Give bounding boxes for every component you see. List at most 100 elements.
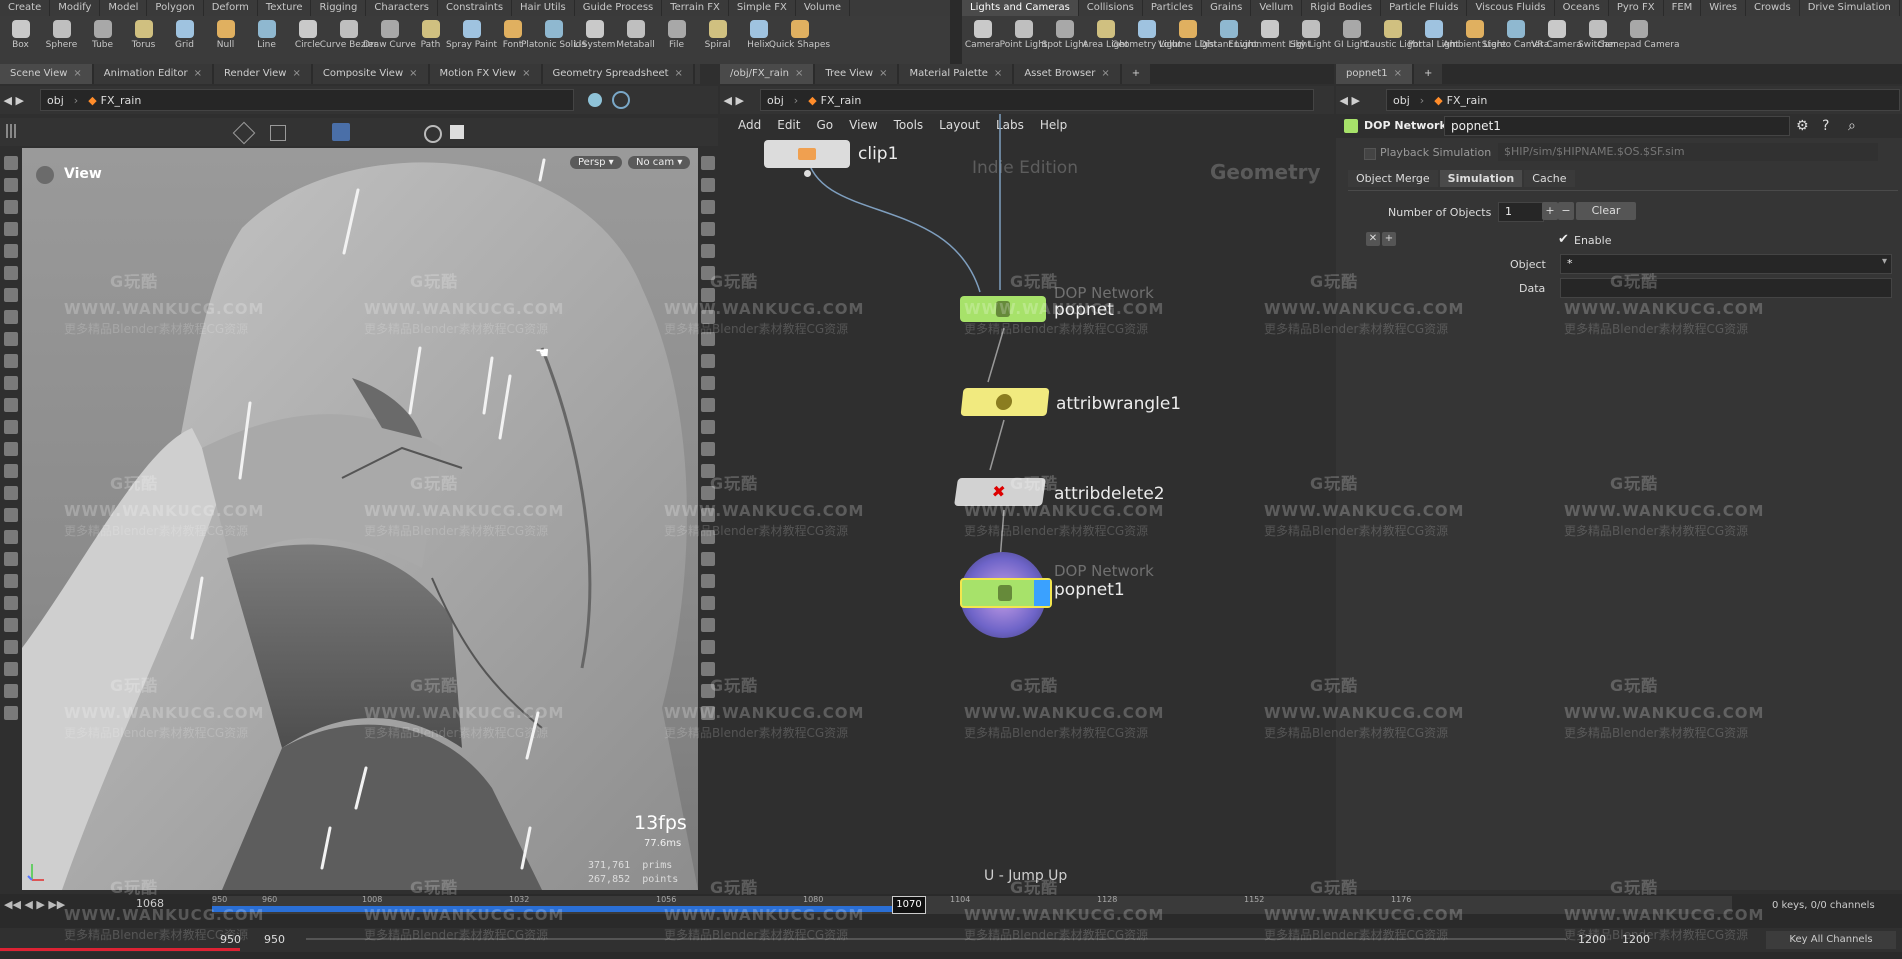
close-icon[interactable]: × [409,68,417,79]
tool-icon[interactable] [4,398,18,412]
tool-icon[interactable] [4,332,18,346]
shelf-tab[interactable]: Particle Fluids [1381,0,1468,16]
nav-arrows[interactable]: ◀ ▶ [0,94,40,107]
perspective-menu[interactable]: Persp ▾ [570,156,622,169]
close-icon[interactable]: × [795,68,803,79]
shelf-tab[interactable]: Rigid Bodies [1302,0,1382,16]
shelf-tool[interactable]: Platonic Solids [521,16,586,64]
tool-icon[interactable] [4,464,18,478]
node-clip1[interactable] [764,140,850,168]
add-tab-button[interactable]: + [694,64,700,84]
shelf-tab[interactable]: Create [0,0,51,16]
param-tab[interactable]: Object Merge [1348,170,1438,187]
tool-icon[interactable] [4,156,18,170]
shelf-tool[interactable]: Caustic Light [1363,16,1422,64]
tool-icon[interactable] [701,178,715,192]
close-icon[interactable]: × [1101,68,1109,79]
shelf-tab[interactable]: Volume [796,0,851,16]
shelf-tab[interactable]: Oceans [1555,0,1609,16]
shelf-tab[interactable]: Lights and Cameras [962,0,1079,16]
enable-checkbox[interactable]: ✔ [1558,232,1569,247]
shelf-tab[interactable]: Polygon [147,0,204,16]
pane-tab[interactable]: Motion FX View × [429,64,541,84]
tool-icon[interactable] [4,222,18,236]
tool-icon[interactable] [701,662,715,676]
tool-icon[interactable] [701,310,715,324]
tool-icon[interactable] [701,332,715,346]
tool-icon[interactable] [701,552,715,566]
tool-icon[interactable] [701,200,715,214]
shelf-tool[interactable]: Spray Paint [446,16,497,64]
shelf-tab[interactable]: Viscous Fluids [1467,0,1555,16]
search-icon[interactable]: ⌕ [1848,118,1856,134]
shelf-tab[interactable]: Drive Simulation [1800,0,1900,16]
shelf-tab[interactable]: Deform [204,0,258,16]
tool-icon[interactable] [4,618,18,632]
range-end-2[interactable]: 1200 [1622,933,1650,946]
tool-icon[interactable] [4,376,18,390]
shelf-tool[interactable]: VR Camera [1531,16,1582,64]
param-tab[interactable]: Cache [1524,170,1575,187]
shelf-tab[interactable]: Pyro FX [1609,0,1664,16]
timeline-track[interactable]: 950 960 1008 1032 1056 1080 1104 1128 1152 1176 1… [212,895,1732,914]
tool-icon[interactable] [701,222,715,236]
tool-icon[interactable] [4,662,18,676]
shelf-tab[interactable]: Vellum [1251,0,1303,16]
tool-icon[interactable] [701,508,715,522]
tool-icon[interactable] [701,486,715,500]
path-field-params[interactable]: obj › ◆ FX_rain [1386,89,1900,111]
tool-icon[interactable] [701,442,715,456]
nav-arrows-params[interactable]: ◀ ▶ [1336,94,1386,107]
close-icon[interactable]: × [879,68,887,79]
chevron-down-icon[interactable]: ▾ [1882,256,1887,267]
tool-icon[interactable] [701,398,715,412]
sim-path-field[interactable]: $HIP/sim/$HIPNAME.$OS.$SF.sim [1498,143,1878,161]
close-icon[interactable]: × [194,68,202,79]
shelf-tab[interactable]: Constraints [438,0,513,16]
tool-icon[interactable] [4,684,18,698]
tool-icon[interactable] [701,420,715,434]
tool-icon[interactable] [701,640,715,654]
shelf-tool[interactable]: Tube [82,16,123,64]
shelf-tool[interactable]: Line [246,16,287,64]
close-icon[interactable]: × [675,68,683,79]
path-field-network[interactable]: obj › ◆ FX_rain [760,89,1314,111]
shelf-tool[interactable]: Sphere [41,16,82,64]
tool-icon[interactable] [4,178,18,192]
output-connector[interactable] [804,170,811,177]
data-field[interactable] [1560,278,1892,298]
shelf-tab[interactable]: Grains [1202,0,1252,16]
tool-icon[interactable] [701,574,715,588]
pane-tab[interactable]: Composite View × [312,64,428,84]
add-object-button[interactable]: + [1542,202,1558,220]
tool-icon[interactable] [701,156,715,170]
shelf-tool[interactable]: Environment Light [1228,16,1311,64]
range-start[interactable]: 950 [220,933,241,946]
shelf-tab[interactable]: Collisions [1079,0,1143,16]
network-editor[interactable]: Add Edit Go View Tools Layout Labs Help Indie E… [720,114,1334,890]
shelf-tool[interactable]: Stereo Camera [1482,16,1549,64]
shelf-tool[interactable]: Spiral [697,16,738,64]
remove-object-button[interactable]: − [1558,202,1574,220]
range-end[interactable]: 1200 [1578,933,1606,946]
close-icon[interactable]: × [994,68,1002,79]
viewport-mode-icon[interactable] [588,93,602,107]
shelf-tab[interactable]: Model [100,0,148,16]
range-slider[interactable] [306,938,1566,940]
tool-icon[interactable] [701,376,715,390]
shelf-tab[interactable]: Modify [50,0,101,16]
tool-icon[interactable] [4,354,18,368]
shelf-tool[interactable]: Null [205,16,246,64]
tool-icon[interactable] [701,706,715,720]
tool-icon[interactable] [701,244,715,258]
tool-icon[interactable] [4,244,18,258]
shelf-tab[interactable]: Rigging [311,0,367,16]
shelf-tab[interactable]: Terrain FX [662,0,729,16]
snap-icon[interactable] [332,123,350,141]
viewport-3d[interactable]: View Persp ▾ No cam ▾ 13fps 77.6ms 371,7… [22,148,698,890]
tool-icon[interactable] [4,420,18,434]
nav-arrows-net[interactable]: ◀ ▶ [720,94,760,107]
tool-icon[interactable] [4,640,18,654]
shelf-tool[interactable]: Spot Light [1042,16,1087,64]
current-frame-marker[interactable]: 1070 [892,896,926,914]
